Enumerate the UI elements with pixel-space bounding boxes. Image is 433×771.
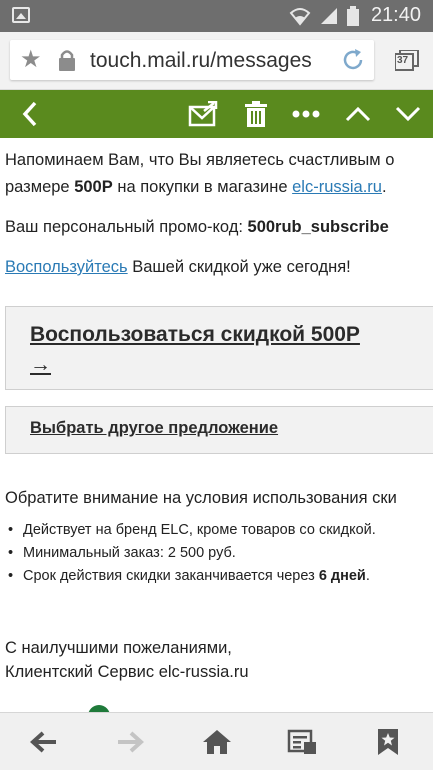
conditions-intro: Обратите внимание на условия использован… <box>5 489 397 507</box>
store-link[interactable]: elc-russia.ru <box>292 178 382 196</box>
reader-icon <box>287 729 316 754</box>
back-icon <box>22 101 37 127</box>
other-offer-button-label: Выбрать другое предложение <box>30 419 279 437</box>
message-line-2: размере 500Р на покупки в магазине elc-r… <box>5 175 387 199</box>
use-discount-link[interactable]: Воспользуйтесь <box>5 258 128 276</box>
line2-mid: на покупки в магазине <box>112 178 293 196</box>
mark-unread-button[interactable] <box>182 90 224 138</box>
conditions-list: Действует на бренд ELC, кроме товаров со… <box>8 520 376 589</box>
mark-unread-icon <box>188 101 218 127</box>
condition-days: 6 дней <box>318 568 366 584</box>
next-icon <box>395 106 421 122</box>
status-time: 21:40 <box>370 4 421 26</box>
reload-icon[interactable] <box>340 47 366 73</box>
brand-logo <box>88 705 110 712</box>
browser-home-button[interactable] <box>187 713 247 771</box>
more-button[interactable] <box>286 90 326 138</box>
message-line-1: Напоминаем Вам, что Вы являетесь счастли… <box>5 151 395 169</box>
line2-prefix: размере <box>5 178 75 196</box>
previous-message-button[interactable] <box>338 90 378 138</box>
other-offer-button[interactable]: Выбрать другое предложение <box>5 406 433 454</box>
use-discount-line: Воспользуйтесь Вашей скидкой уже сегодня… <box>5 255 351 279</box>
bookmarks-icon <box>378 729 398 755</box>
list-item: Действует на бренд ELC, кроме товаров со… <box>8 520 376 543</box>
image-icon <box>12 7 30 23</box>
browser-bottom-bar <box>0 712 433 770</box>
condition-text: Срок действия скидки заканчивается через <box>23 568 319 584</box>
discount-amount: 500Р <box>74 178 113 196</box>
bookmark-star-icon[interactable]: ★ <box>20 48 42 72</box>
line2-suffix: . <box>381 178 387 196</box>
tabs-button[interactable]: 37 <box>394 49 419 72</box>
promo-code-line: Ваш персональный промо-код: 500rub_subsc… <box>5 215 389 239</box>
lock-icon <box>59 50 75 71</box>
forward-arrow-icon <box>118 731 144 753</box>
url-text: touch.mail.ru/messages <box>90 49 312 72</box>
promo-code: 500rub_subscribe <box>247 218 389 236</box>
delete-button[interactable] <box>236 90 276 138</box>
mail-toolbar <box>0 90 433 138</box>
use-discount-button[interactable]: Воспользоваться скидкой 500Р → <box>5 306 433 390</box>
url-field[interactable]: ★ touch.mail.ru/messages <box>10 40 374 80</box>
status-bar: 21:40 <box>0 0 433 32</box>
closing-line: С наилучшими пожеланиями, <box>5 639 232 657</box>
home-icon <box>203 730 231 754</box>
use-discount-button-label: Воспользоваться скидкой 500Р <box>30 323 360 346</box>
promo-prefix: Ваш персональный промо-код: <box>5 218 248 236</box>
tab-count: 37 <box>397 55 409 66</box>
back-arrow-icon <box>30 731 56 753</box>
battery-icon <box>347 6 359 26</box>
more-icon <box>292 110 320 118</box>
browser-back-button[interactable] <box>14 713 74 771</box>
delete-icon <box>245 101 267 127</box>
next-message-button[interactable] <box>388 90 428 138</box>
back-button[interactable] <box>10 90 50 138</box>
signature: Клиентский Сервис elc-russia.ru <box>5 663 249 681</box>
condition-suffix: . <box>365 568 370 584</box>
signal-icon <box>321 8 337 24</box>
wifi-icon <box>289 8 311 26</box>
browser-forward-button[interactable] <box>100 713 160 771</box>
list-item: Срок действия скидки заканчивается через… <box>8 566 376 589</box>
arrow-right-icon: → <box>30 353 51 376</box>
list-item: Минимальный заказ: 2 500 руб. <box>8 543 376 566</box>
message-body: Напоминаем Вам, что Вы являетесь счастли… <box>0 138 433 712</box>
use-discount-text: Вашей скидкой уже сегодня! <box>127 258 351 276</box>
reader-mode-button[interactable] <box>272 713 332 771</box>
previous-icon <box>345 106 371 122</box>
status-icons <box>289 6 359 26</box>
bookmarks-button[interactable] <box>358 713 418 771</box>
browser-address-bar: ★ touch.mail.ru/messages 37 <box>0 32 433 90</box>
